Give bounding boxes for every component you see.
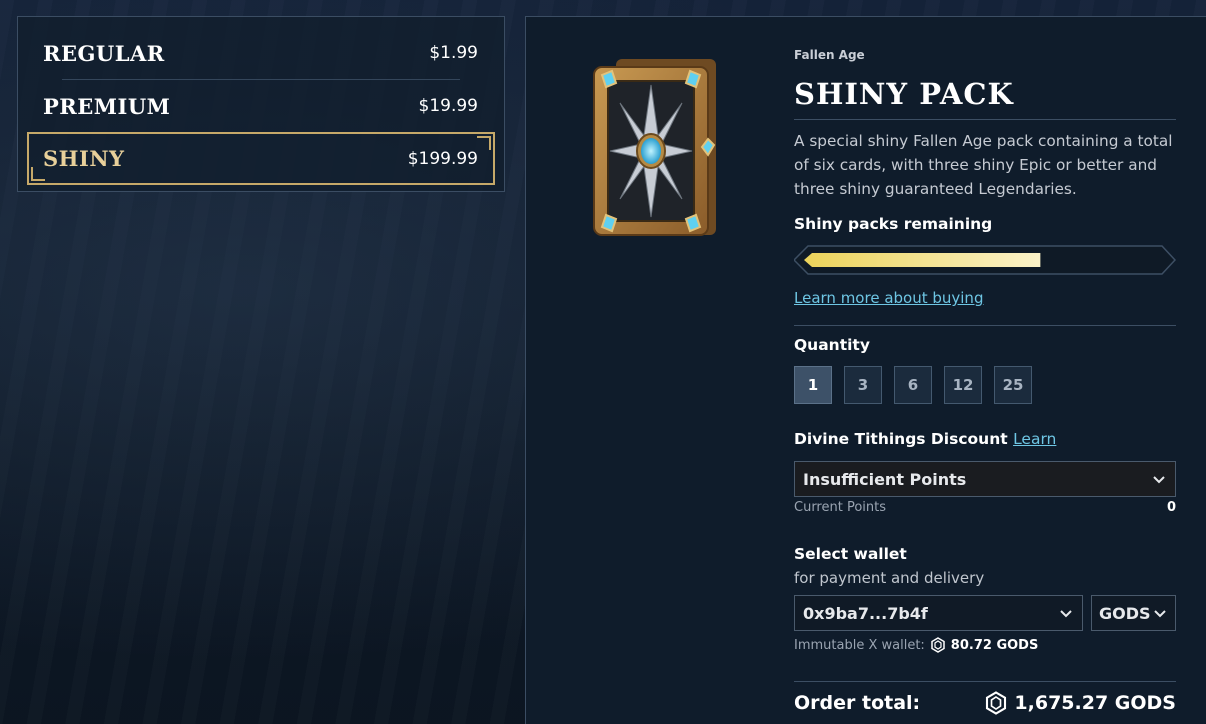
pack-name: SHINY: [43, 146, 125, 171]
currency-value: GODS: [1099, 603, 1151, 623]
pack-name: PREMIUM: [43, 93, 171, 119]
imx-wallet-balance: 80.72 GODS: [950, 637, 1039, 653]
discount-learn-link[interactable]: Learn: [1013, 430, 1056, 448]
learn-more-link[interactable]: Learn more about buying: [794, 289, 983, 307]
imx-wallet-label: Immutable X wallet:: [794, 637, 925, 653]
packs-remaining-label: Shiny packs remaining: [794, 215, 993, 233]
pack-title: SHINY PACK: [794, 77, 1014, 111]
divider: [794, 681, 1176, 682]
chevron-down-icon: [1154, 610, 1166, 618]
pack-option-regular[interactable]: REGULAR $1.99: [27, 27, 495, 79]
pack-detail-panel: Fallen Age SHINY PACK A special shiny Fa…: [525, 16, 1206, 724]
pack-description: A special shiny Fallen Age pack containi…: [794, 132, 1173, 198]
pack-option-shiny[interactable]: SHINY $199.99: [27, 132, 495, 185]
wallet-label: Select wallet: [794, 545, 907, 563]
quantity-option-3[interactable]: 3: [844, 366, 882, 404]
wallet-sublabel: for payment and delivery: [794, 569, 985, 587]
packs-remaining-bar: [794, 245, 1176, 275]
chevron-down-icon: [1153, 476, 1165, 484]
pack-price: $199.99: [407, 148, 478, 169]
gods-token-icon: [986, 691, 1007, 715]
gods-token-icon: [931, 637, 945, 653]
quantity-option-12[interactable]: 12: [944, 366, 982, 404]
chevron-down-icon: [1060, 610, 1072, 618]
pack-price: $19.99: [418, 96, 478, 116]
quantity-option-1[interactable]: 1: [794, 366, 832, 404]
game-name: Fallen Age: [794, 48, 865, 62]
imx-wallet-row: Immutable X wallet: 80.72 GODS: [794, 637, 1038, 653]
divider: [794, 119, 1176, 120]
quantity-option-25[interactable]: 25: [994, 366, 1032, 404]
order-total-row: Order total: 1,675.27 GODS: [794, 691, 1176, 715]
discount-label-text: Divine Tithings Discount: [794, 430, 1008, 448]
corner-ornament: [31, 167, 45, 181]
current-points-value: 0: [1166, 500, 1176, 515]
order-total-label: Order total:: [794, 692, 921, 714]
divider: [794, 325, 1176, 326]
wallet-address: 0x9ba7...7b4f: [803, 603, 928, 623]
quantity-label: Quantity: [794, 336, 870, 354]
current-points-label: Current Points: [794, 500, 887, 515]
corner-ornament: [477, 136, 491, 150]
current-points-row: Current Points 0: [794, 500, 1176, 515]
discount-select-value: Insufficient Points: [803, 469, 967, 489]
shiny-pack-image: [593, 59, 716, 236]
discount-label: Divine Tithings Discount Learn: [794, 430, 1056, 448]
order-total: 1,675.27 GODS: [984, 691, 1176, 715]
pack-option-premium[interactable]: PREMIUM $19.99: [27, 80, 495, 132]
currency-select[interactable]: GODS: [1091, 595, 1176, 631]
order-total-value: 1,675.27 GODS: [1014, 692, 1176, 714]
pack-name: REGULAR: [43, 40, 165, 66]
pack-price: $1.99: [429, 43, 478, 63]
pack-list: REGULAR $1.99 PREMIUM $19.99 SHINY $199.…: [17, 16, 505, 192]
quantity-option-6[interactable]: 6: [894, 366, 932, 404]
discount-select[interactable]: Insufficient Points: [794, 461, 1176, 497]
quantity-options: 1 3 6 12 25: [794, 366, 1032, 404]
wallet-select[interactable]: 0x9ba7...7b4f: [794, 595, 1083, 631]
